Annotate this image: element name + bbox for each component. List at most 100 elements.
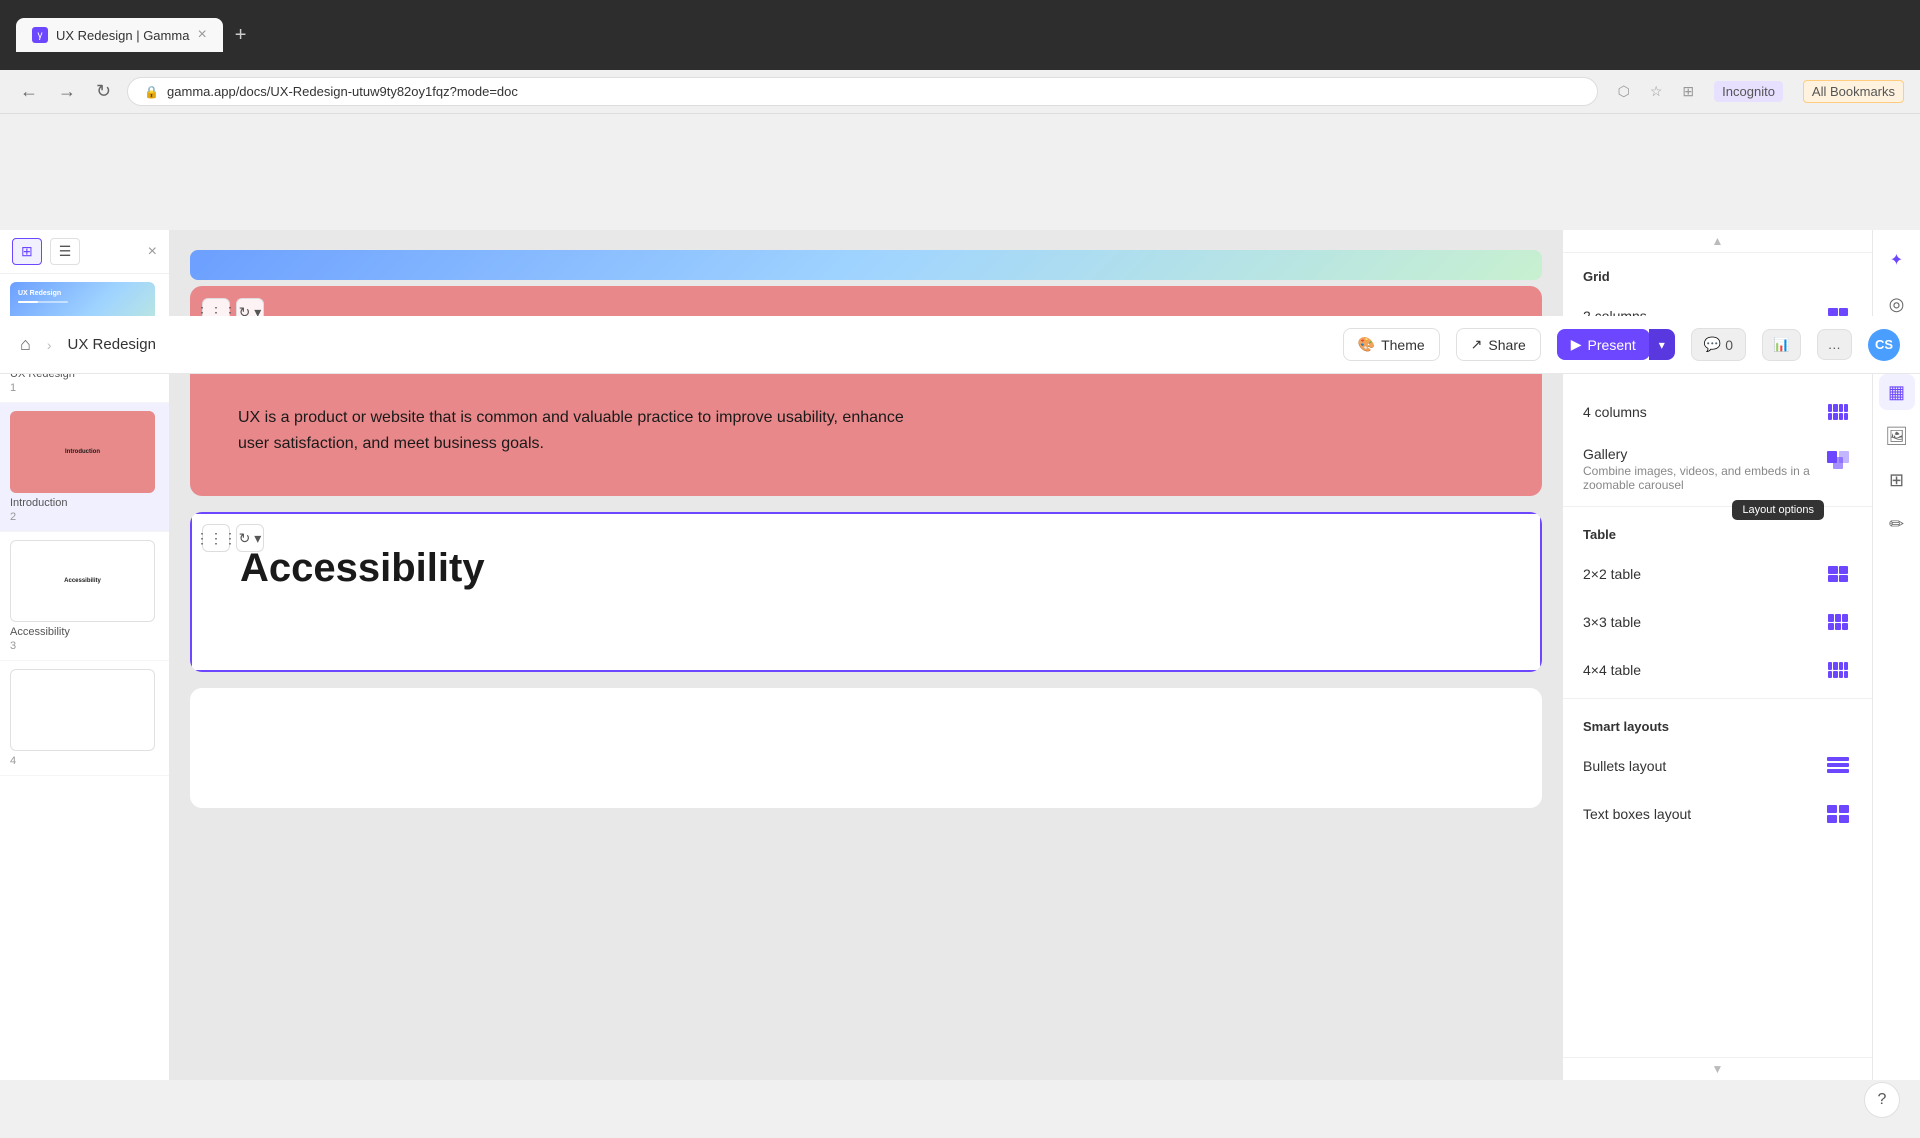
- chevron-up-icon: ▲: [1712, 234, 1724, 248]
- present-group: ▶ Present ▾: [1557, 329, 1675, 360]
- gallery-texts: Gallery Combine images, videos, and embe…: [1583, 446, 1824, 492]
- intro-body: UX is a product or website that is commo…: [238, 405, 938, 456]
- section-divider-1: [1563, 506, 1872, 507]
- scroll-down[interactable]: ▼: [1563, 1057, 1872, 1080]
- share-btn[interactable]: ↗ Share: [1456, 328, 1541, 361]
- embed-btn[interactable]: ⊞: [1879, 462, 1915, 498]
- main-layout: ⊞ ☰ × UX Redesign UX Redesign 1: [0, 172, 1920, 1080]
- slide3-number: 3: [10, 640, 159, 652]
- lock-icon: 🔒: [144, 85, 159, 99]
- slide1-number: 1: [10, 382, 159, 394]
- reload-btn[interactable]: ↻: [92, 77, 115, 106]
- layout-4col-label: 4 columns: [1583, 404, 1647, 420]
- tab-favicon: γ: [32, 27, 48, 43]
- app-topbar: ⌂ › UX Redesign 🎨 Theme ↗ Share ▶ Presen…: [0, 316, 1920, 374]
- table-4x4-icon: [1824, 656, 1852, 684]
- gallery-icon: [1824, 446, 1852, 474]
- layout-bullets[interactable]: Bullets layout: [1563, 742, 1872, 790]
- bookmarks-label: All Bookmarks: [1803, 80, 1904, 103]
- ai-icon: ✦: [1890, 250, 1903, 270]
- forward-btn[interactable]: →: [54, 77, 80, 106]
- image-btn[interactable]: 🖼: [1879, 418, 1915, 454]
- browser-nav: ← → ↻ 🔒 gamma.app/docs/UX-Redesign-utuw9…: [0, 70, 1920, 114]
- draw-btn[interactable]: ✏: [1879, 506, 1915, 542]
- top-header-card: [190, 250, 1542, 280]
- new-tab-btn[interactable]: +: [235, 24, 247, 47]
- slide4-number: 4: [10, 755, 159, 767]
- image-icon: 🖼: [1885, 426, 1908, 447]
- layout-btn[interactable]: ▦: [1879, 374, 1915, 410]
- bookmark-star-icon: ☆: [1650, 83, 1663, 100]
- comment-btn[interactable]: 💬 0: [1691, 328, 1746, 361]
- slide-item-4[interactable]: 4: [0, 661, 169, 776]
- share-icon: ↗: [1471, 336, 1483, 353]
- browser-chrome: γ UX Redesign | Gamma × +: [0, 0, 1920, 70]
- access-refresh-btn[interactable]: ↻ ▾: [236, 524, 264, 552]
- access-card-content: Accessibility: [190, 512, 1542, 672]
- table-section-header: Table: [1563, 511, 1872, 550]
- gallery-subtitle: Combine images, videos, and embeds in a …: [1583, 464, 1824, 492]
- sidebar-toolbar: ⊞ ☰ ×: [0, 230, 169, 274]
- home-btn[interactable]: ⌂: [20, 334, 31, 355]
- layout-textboxes-label: Text boxes layout: [1583, 806, 1691, 822]
- grid4-icon: [1824, 398, 1852, 426]
- bullets-icon: [1824, 752, 1852, 780]
- user-avatar[interactable]: CS: [1868, 329, 1900, 361]
- access-menu-btn[interactable]: ⋮⋮⋮: [202, 524, 230, 552]
- layout-3x3[interactable]: 3×3 table: [1563, 598, 1872, 646]
- tab-title: UX Redesign | Gamma: [56, 28, 189, 43]
- embed-icon: ⊞: [1889, 470, 1904, 491]
- sidebar-close-btn[interactable]: ×: [148, 243, 157, 261]
- thumb1-label: UX Redesign: [18, 290, 147, 297]
- more-btn[interactable]: …: [1817, 329, 1852, 360]
- slide-item-3[interactable]: Accessibility Accessibility 3: [0, 532, 169, 661]
- address-bar[interactable]: 🔒 gamma.app/docs/UX-Redesign-utuw9ty82oy…: [127, 77, 1598, 106]
- help-btn[interactable]: ?: [1864, 1082, 1900, 1118]
- layout-bullets-label: Bullets layout: [1583, 758, 1666, 774]
- grid-section-header: Grid: [1563, 253, 1872, 292]
- tab-close-btn[interactable]: ×: [197, 26, 206, 44]
- layout-2x2[interactable]: 2×2 table: [1563, 550, 1872, 598]
- scroll-up[interactable]: ▲: [1563, 230, 1872, 253]
- address-text: gamma.app/docs/UX-Redesign-utuw9ty82oy1f…: [167, 84, 518, 99]
- layout-2x2-label: 2×2 table: [1583, 566, 1641, 582]
- gallery-title: Gallery: [1583, 446, 1824, 462]
- table-2x2-icon: [1824, 560, 1852, 588]
- slide3-label: Accessibility: [10, 626, 159, 638]
- incognito-icon: ⬡: [1618, 83, 1630, 100]
- breadcrumb-separator: ›: [47, 337, 52, 353]
- layout-4x4[interactable]: 4×4 table: [1563, 646, 1872, 694]
- grid-view-btn[interactable]: ⊞: [12, 238, 42, 265]
- play-icon: ▶: [1571, 336, 1582, 353]
- smart-section-header: Smart layouts: [1563, 703, 1872, 742]
- layout-tooltip: Layout options: [1732, 500, 1824, 520]
- extension-icon: ⊞: [1682, 83, 1694, 100]
- present-dropdown-btn[interactable]: ▾: [1649, 329, 1675, 360]
- layout-textboxes[interactable]: Text boxes layout: [1563, 790, 1872, 838]
- layout-gallery[interactable]: Gallery Combine images, videos, and embe…: [1563, 436, 1872, 502]
- textboxes-icon: [1824, 800, 1852, 828]
- list-view-btn[interactable]: ☰: [50, 238, 81, 265]
- doc-title: UX Redesign: [68, 336, 156, 353]
- incognito-label: Incognito: [1714, 81, 1783, 102]
- layout-icon: ▦: [1888, 382, 1905, 403]
- slide-thumb-4: [10, 669, 155, 751]
- layout-3x3-label: 3×3 table: [1583, 614, 1641, 630]
- present-btn[interactable]: ▶ Present: [1557, 329, 1650, 360]
- slide2-number: 2: [10, 511, 159, 523]
- access-card: ⋮⋮⋮ ↻ ▾ Accessibility: [190, 512, 1542, 672]
- back-btn[interactable]: ←: [16, 77, 42, 106]
- comment-icon: 💬: [1704, 336, 1721, 353]
- settings-icon: ◎: [1889, 294, 1905, 315]
- table-3x3-icon: [1824, 608, 1852, 636]
- access-card-toolbar: ⋮⋮⋮ ↻ ▾: [202, 524, 264, 552]
- layout-4col[interactable]: 4 columns: [1563, 388, 1872, 436]
- theme-icon: 🎨: [1358, 336, 1375, 353]
- slide-item-2[interactable]: Introduction Introduction 2: [0, 403, 169, 532]
- active-tab[interactable]: γ UX Redesign | Gamma ×: [16, 18, 223, 52]
- chart-btn[interactable]: 📊: [1762, 329, 1801, 361]
- chart-icon: 📊: [1773, 337, 1790, 352]
- ai-assistant-btn[interactable]: ✦: [1879, 242, 1915, 278]
- access-title: Accessibility: [240, 546, 1492, 591]
- theme-btn[interactable]: 🎨 Theme: [1343, 328, 1440, 361]
